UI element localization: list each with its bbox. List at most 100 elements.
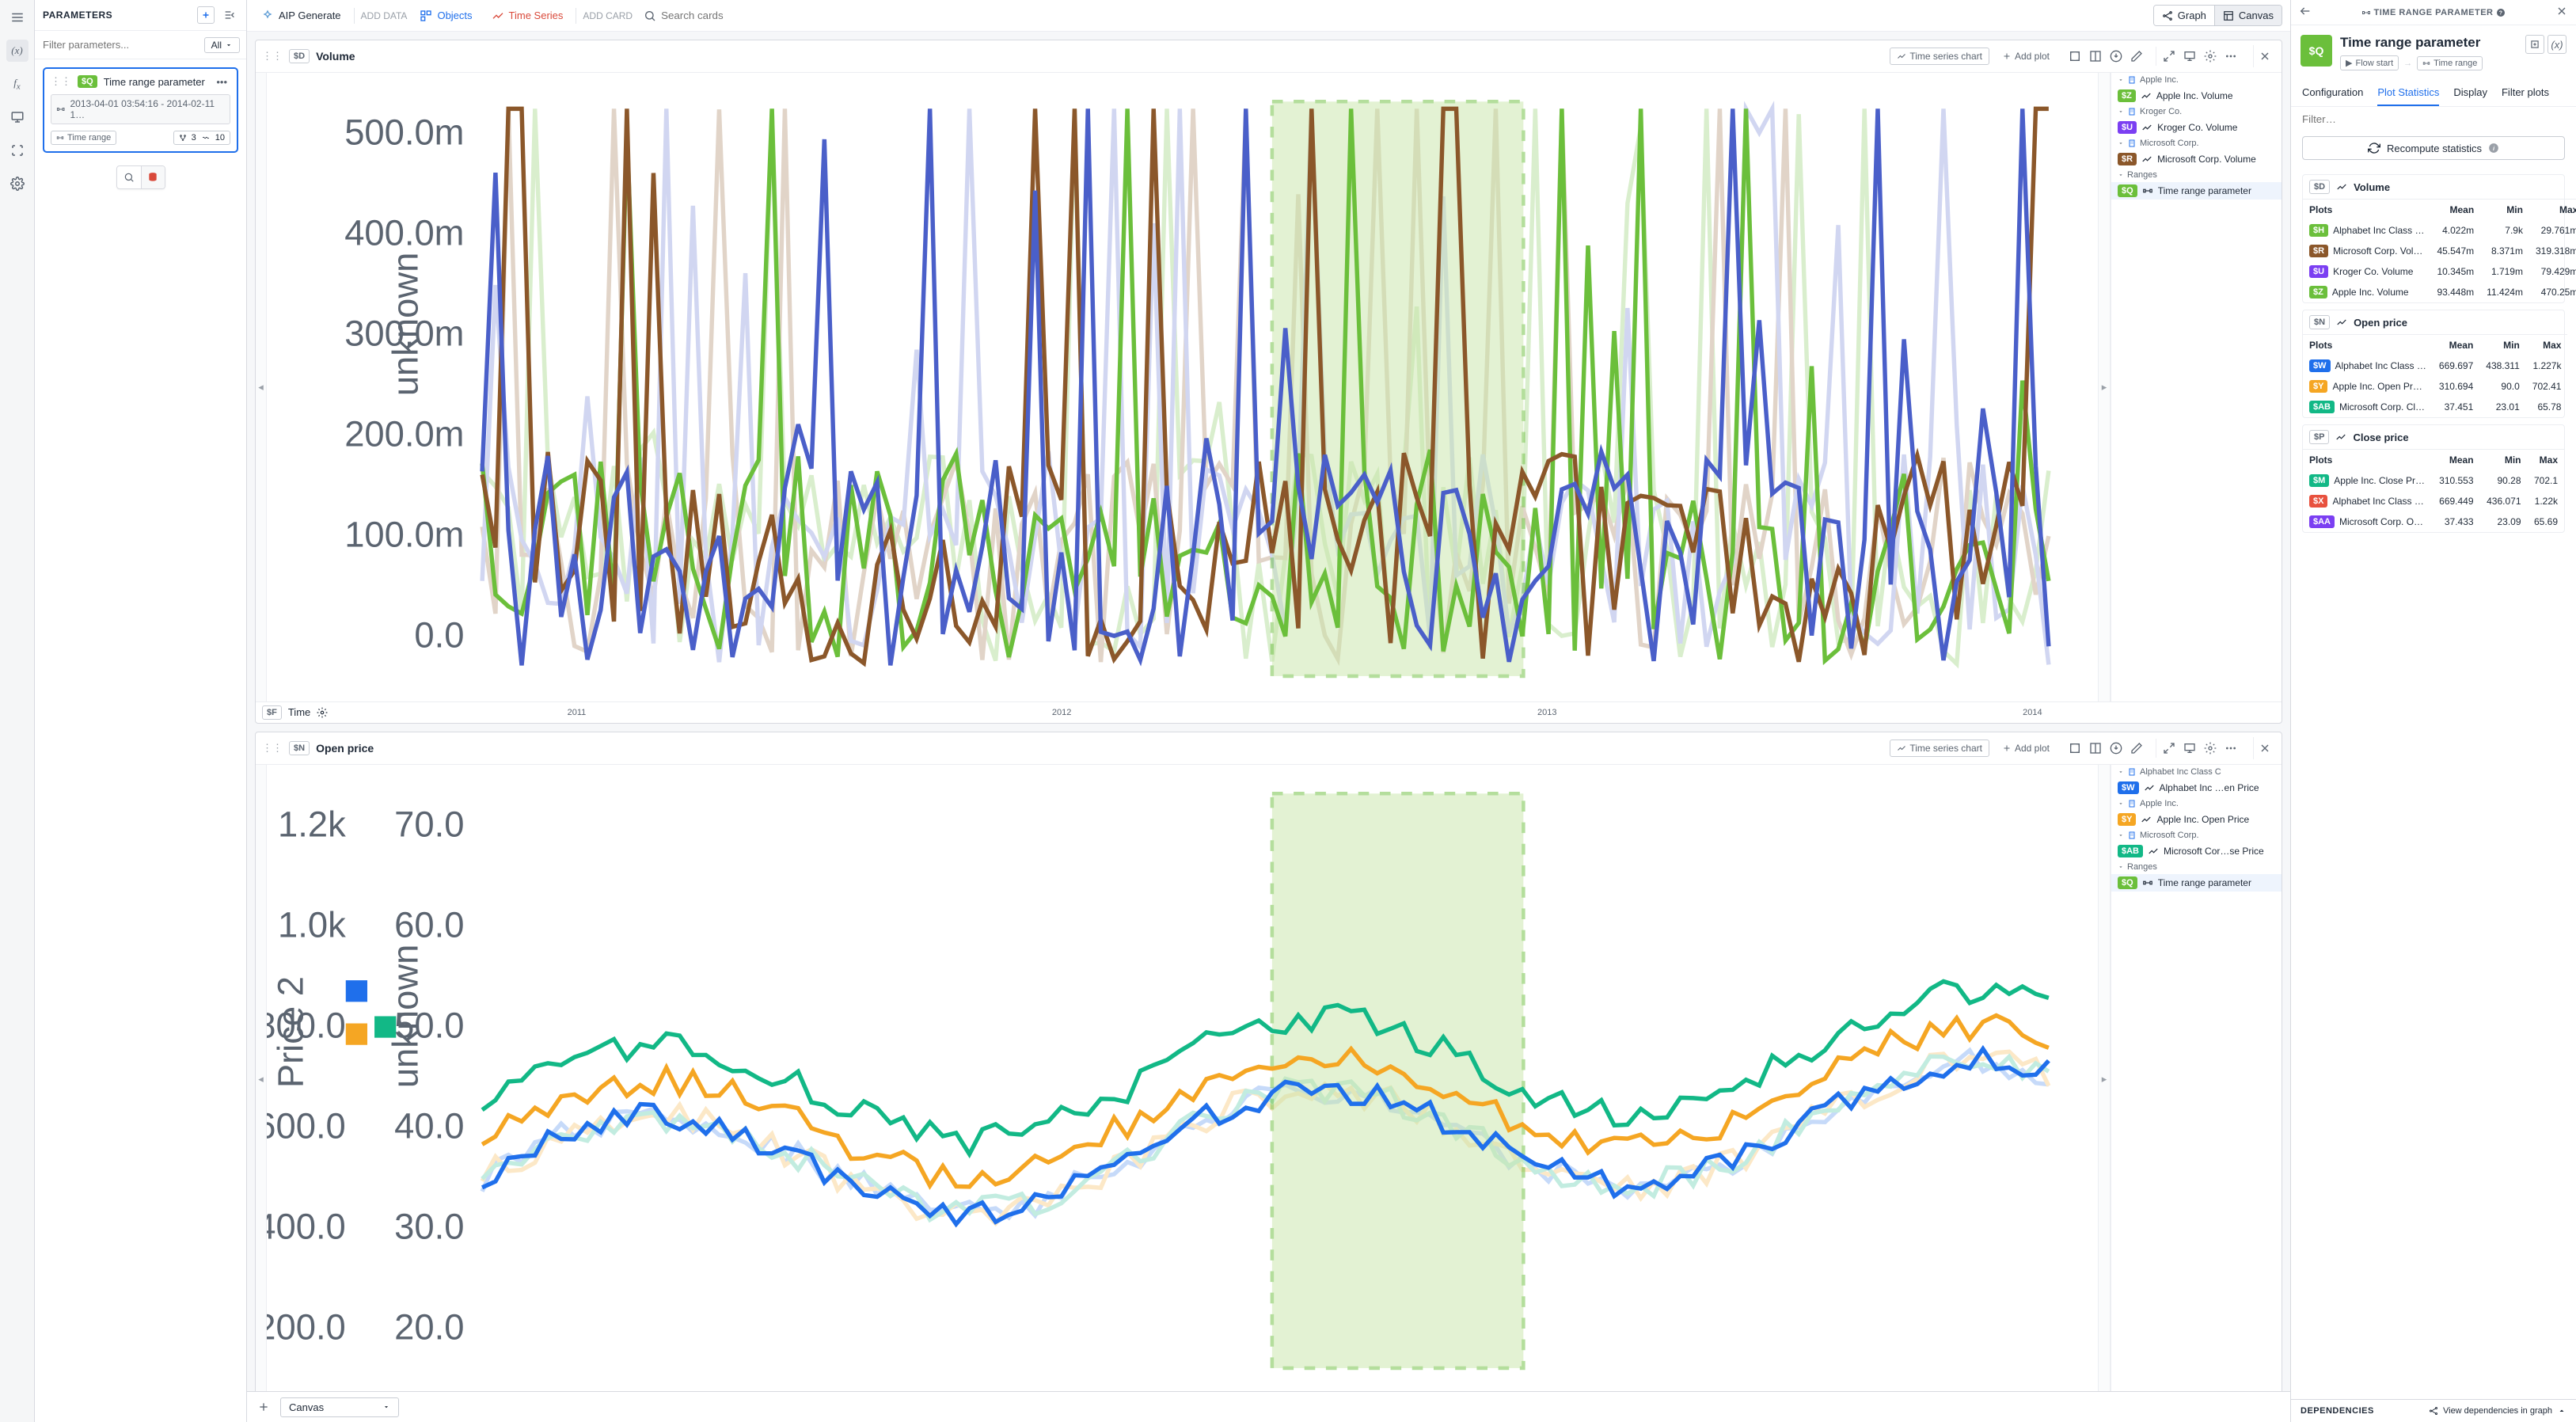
stats-row[interactable]: $XAlphabet Inc Class …669.449436.0711.22… <box>2303 491 2564 511</box>
stats-row[interactable]: $HAlphabet Inc Class …4.022m7.9k29.761m <box>2303 220 2576 241</box>
time-series-button[interactable]: Time Series <box>485 6 570 26</box>
more-button[interactable] <box>2221 47 2240 66</box>
collapse-left-button[interactable]: ◂ <box>256 765 267 1391</box>
settings-button[interactable] <box>2201 739 2220 758</box>
drag-handle-icon[interactable]: ⋮⋮ <box>262 742 283 755</box>
stats-row[interactable]: $YApple Inc. Open Pr…310.69490.0702.41 <box>2303 376 2567 397</box>
flow-start-chip[interactable]: ▶ Flow start <box>2340 55 2399 70</box>
time-range-tag[interactable]: Time range <box>51 131 116 145</box>
legend-range-item[interactable]: $QTime range parameter <box>2111 874 2282 892</box>
tab-plot-statistics[interactable]: Plot Statistics <box>2377 80 2439 106</box>
settings-icon[interactable] <box>6 173 28 195</box>
tab-display[interactable]: Display <box>2453 80 2487 106</box>
stats-groups[interactable]: $D Volume PlotsMeanMinMax $HAlphabet Inc… <box>2291 168 2576 1399</box>
collapse-left-button[interactable]: ◂ <box>256 73 267 701</box>
database-button[interactable] <box>141 166 165 188</box>
info-icon[interactable]: i <box>2488 143 2499 154</box>
graph-view-button[interactable]: Graph <box>2154 6 2214 25</box>
filter-all-select[interactable]: All <box>204 37 240 53</box>
canvas-select[interactable]: Canvas <box>280 1397 399 1417</box>
legend-item[interactable]: $WAlphabet Inc …en Price <box>2111 779 2282 797</box>
plot-area[interactable]: unknown 500.0m400.0m300.0m200.0m100.0m0.… <box>267 73 2098 701</box>
legend-group-head[interactable]: Alphabet Inc Class C <box>2111 765 2282 779</box>
add-plot-button[interactable]: Add plot <box>1996 48 2056 64</box>
chart-type-select[interactable]: Time series chart <box>1890 48 1989 65</box>
parameter-more-button[interactable]: ••• <box>213 76 230 88</box>
download-button[interactable] <box>2107 739 2126 758</box>
legend-group-head[interactable]: Kroger Co. <box>2111 105 2282 119</box>
collapse-right-button[interactable]: ▸ <box>2098 73 2111 701</box>
plot-area[interactable]: Price 21.2k1.0k800.0600.0400.0200.0 unkn… <box>267 765 2098 1391</box>
stats-row[interactable]: $UKroger Co. Volume10.345m1.719m79.429m <box>2303 261 2576 282</box>
expand-button[interactable] <box>2065 739 2084 758</box>
search-button[interactable] <box>117 166 141 188</box>
parameter-card[interactable]: ⋮⋮ $Q Time range parameter ••• 2013-04-0… <box>43 67 238 153</box>
fx-icon[interactable]: fx <box>6 73 28 95</box>
variable-icon[interactable]: (x) <box>6 40 28 62</box>
legend-group-head[interactable]: Apple Inc. <box>2111 73 2282 87</box>
present-button[interactable] <box>2180 47 2199 66</box>
stats-filter-input[interactable] <box>2302 113 2565 125</box>
tab-filter-plots[interactable]: Filter plots <box>2502 80 2549 106</box>
legend-item[interactable]: $YApple Inc. Open Price <box>2111 811 2282 828</box>
time-range-chip[interactable]: Time range <box>2417 56 2483 70</box>
view-dependencies-button[interactable]: View dependencies in graph <box>2429 1406 2567 1416</box>
legend-ranges-head[interactable]: Ranges <box>2111 860 2282 874</box>
split-button[interactable] <box>2086 47 2105 66</box>
legend-group-head[interactable]: Apple Inc. <box>2111 797 2282 811</box>
aip-generate-button[interactable]: AIP Generate <box>255 6 348 26</box>
parameter-counts[interactable]: 3 10 <box>173 131 230 145</box>
edit-button[interactable] <box>2127 47 2146 66</box>
menu-icon[interactable] <box>6 6 28 29</box>
present-icon[interactable] <box>6 106 28 128</box>
more-button[interactable] <box>2221 739 2240 758</box>
split-button[interactable] <box>2086 739 2105 758</box>
legend-group-head[interactable]: Microsoft Corp. <box>2111 136 2282 150</box>
back-button[interactable] <box>2299 5 2312 20</box>
canvas-view-button[interactable]: Canvas <box>2214 6 2282 25</box>
legend-ranges-head[interactable]: Ranges <box>2111 168 2282 182</box>
add-parameter-button[interactable] <box>197 6 215 24</box>
gear-icon[interactable] <box>317 707 328 718</box>
recompute-button[interactable]: Recompute statistics i <box>2302 136 2565 160</box>
legend-item[interactable]: $ABMicrosoft Cor…se Price <box>2111 842 2282 860</box>
present-button[interactable] <box>2180 739 2199 758</box>
add-action-button[interactable] <box>2525 35 2544 54</box>
stats-row[interactable]: $ABMicrosoft Corp. Cl…37.45123.0165.78 <box>2303 397 2567 417</box>
legend-range-item[interactable]: $QTime range parameter <box>2111 182 2282 200</box>
add-canvas-button[interactable] <box>253 1397 274 1417</box>
stats-row[interactable]: $WAlphabet Inc Class …669.697438.3111.22… <box>2303 356 2567 376</box>
fullscreen-button[interactable] <box>2160 739 2179 758</box>
legend-item[interactable]: $RMicrosoft Corp. Volume <box>2111 150 2282 168</box>
variable-action-button[interactable]: (x) <box>2548 35 2567 54</box>
stats-row[interactable]: $MApple Inc. Close Pr…310.55390.28702.1 <box>2303 470 2564 491</box>
tab-configuration[interactable]: Configuration <box>2302 80 2363 106</box>
parameter-value[interactable]: 2013-04-01 03:54:16 - 2014-02-11 1… <box>51 94 230 124</box>
stats-row[interactable]: $ZApple Inc. Volume93.448m11.424m470.25m <box>2303 282 2576 302</box>
search-cards-input[interactable] <box>661 10 2142 21</box>
add-plot-button[interactable]: Add plot <box>1996 740 2056 756</box>
objects-button[interactable]: Objects <box>413 6 478 26</box>
settings-button[interactable] <box>2201 47 2220 66</box>
legend-item[interactable]: $ZApple Inc. Volume <box>2111 87 2282 105</box>
close-chart-button[interactable] <box>2253 737 2275 759</box>
close-panel-button[interactable] <box>2555 5 2568 20</box>
stats-row[interactable]: $AAMicrosoft Corp. O…37.43323.0965.69 <box>2303 511 2564 532</box>
edit-button[interactable] <box>2127 739 2146 758</box>
drag-handle-icon[interactable]: ⋮⋮ <box>51 75 71 88</box>
close-chart-button[interactable] <box>2253 45 2275 67</box>
download-button[interactable] <box>2107 47 2126 66</box>
chart-type-select[interactable]: Time series chart <box>1890 740 1989 757</box>
help-icon[interactable]: ? <box>2496 8 2506 17</box>
filter-parameters-input[interactable] <box>41 36 199 54</box>
drag-handle-icon[interactable]: ⋮⋮ <box>262 50 283 63</box>
legend-group-head[interactable]: Microsoft Corp. <box>2111 828 2282 842</box>
charts-area[interactable]: ⋮⋮ $D Volume Time series chart Add plot … <box>247 32 2290 1391</box>
expand-button[interactable] <box>2065 47 2084 66</box>
legend-item[interactable]: $UKroger Co. Volume <box>2111 119 2282 136</box>
collapse-right-button[interactable]: ▸ <box>2098 765 2111 1391</box>
collapse-panel-button[interactable] <box>221 6 238 24</box>
selection-icon[interactable] <box>6 139 28 162</box>
fullscreen-button[interactable] <box>2160 47 2179 66</box>
stats-row[interactable]: $RMicrosoft Corp. Vol…45.547m8.371m319.3… <box>2303 241 2576 261</box>
